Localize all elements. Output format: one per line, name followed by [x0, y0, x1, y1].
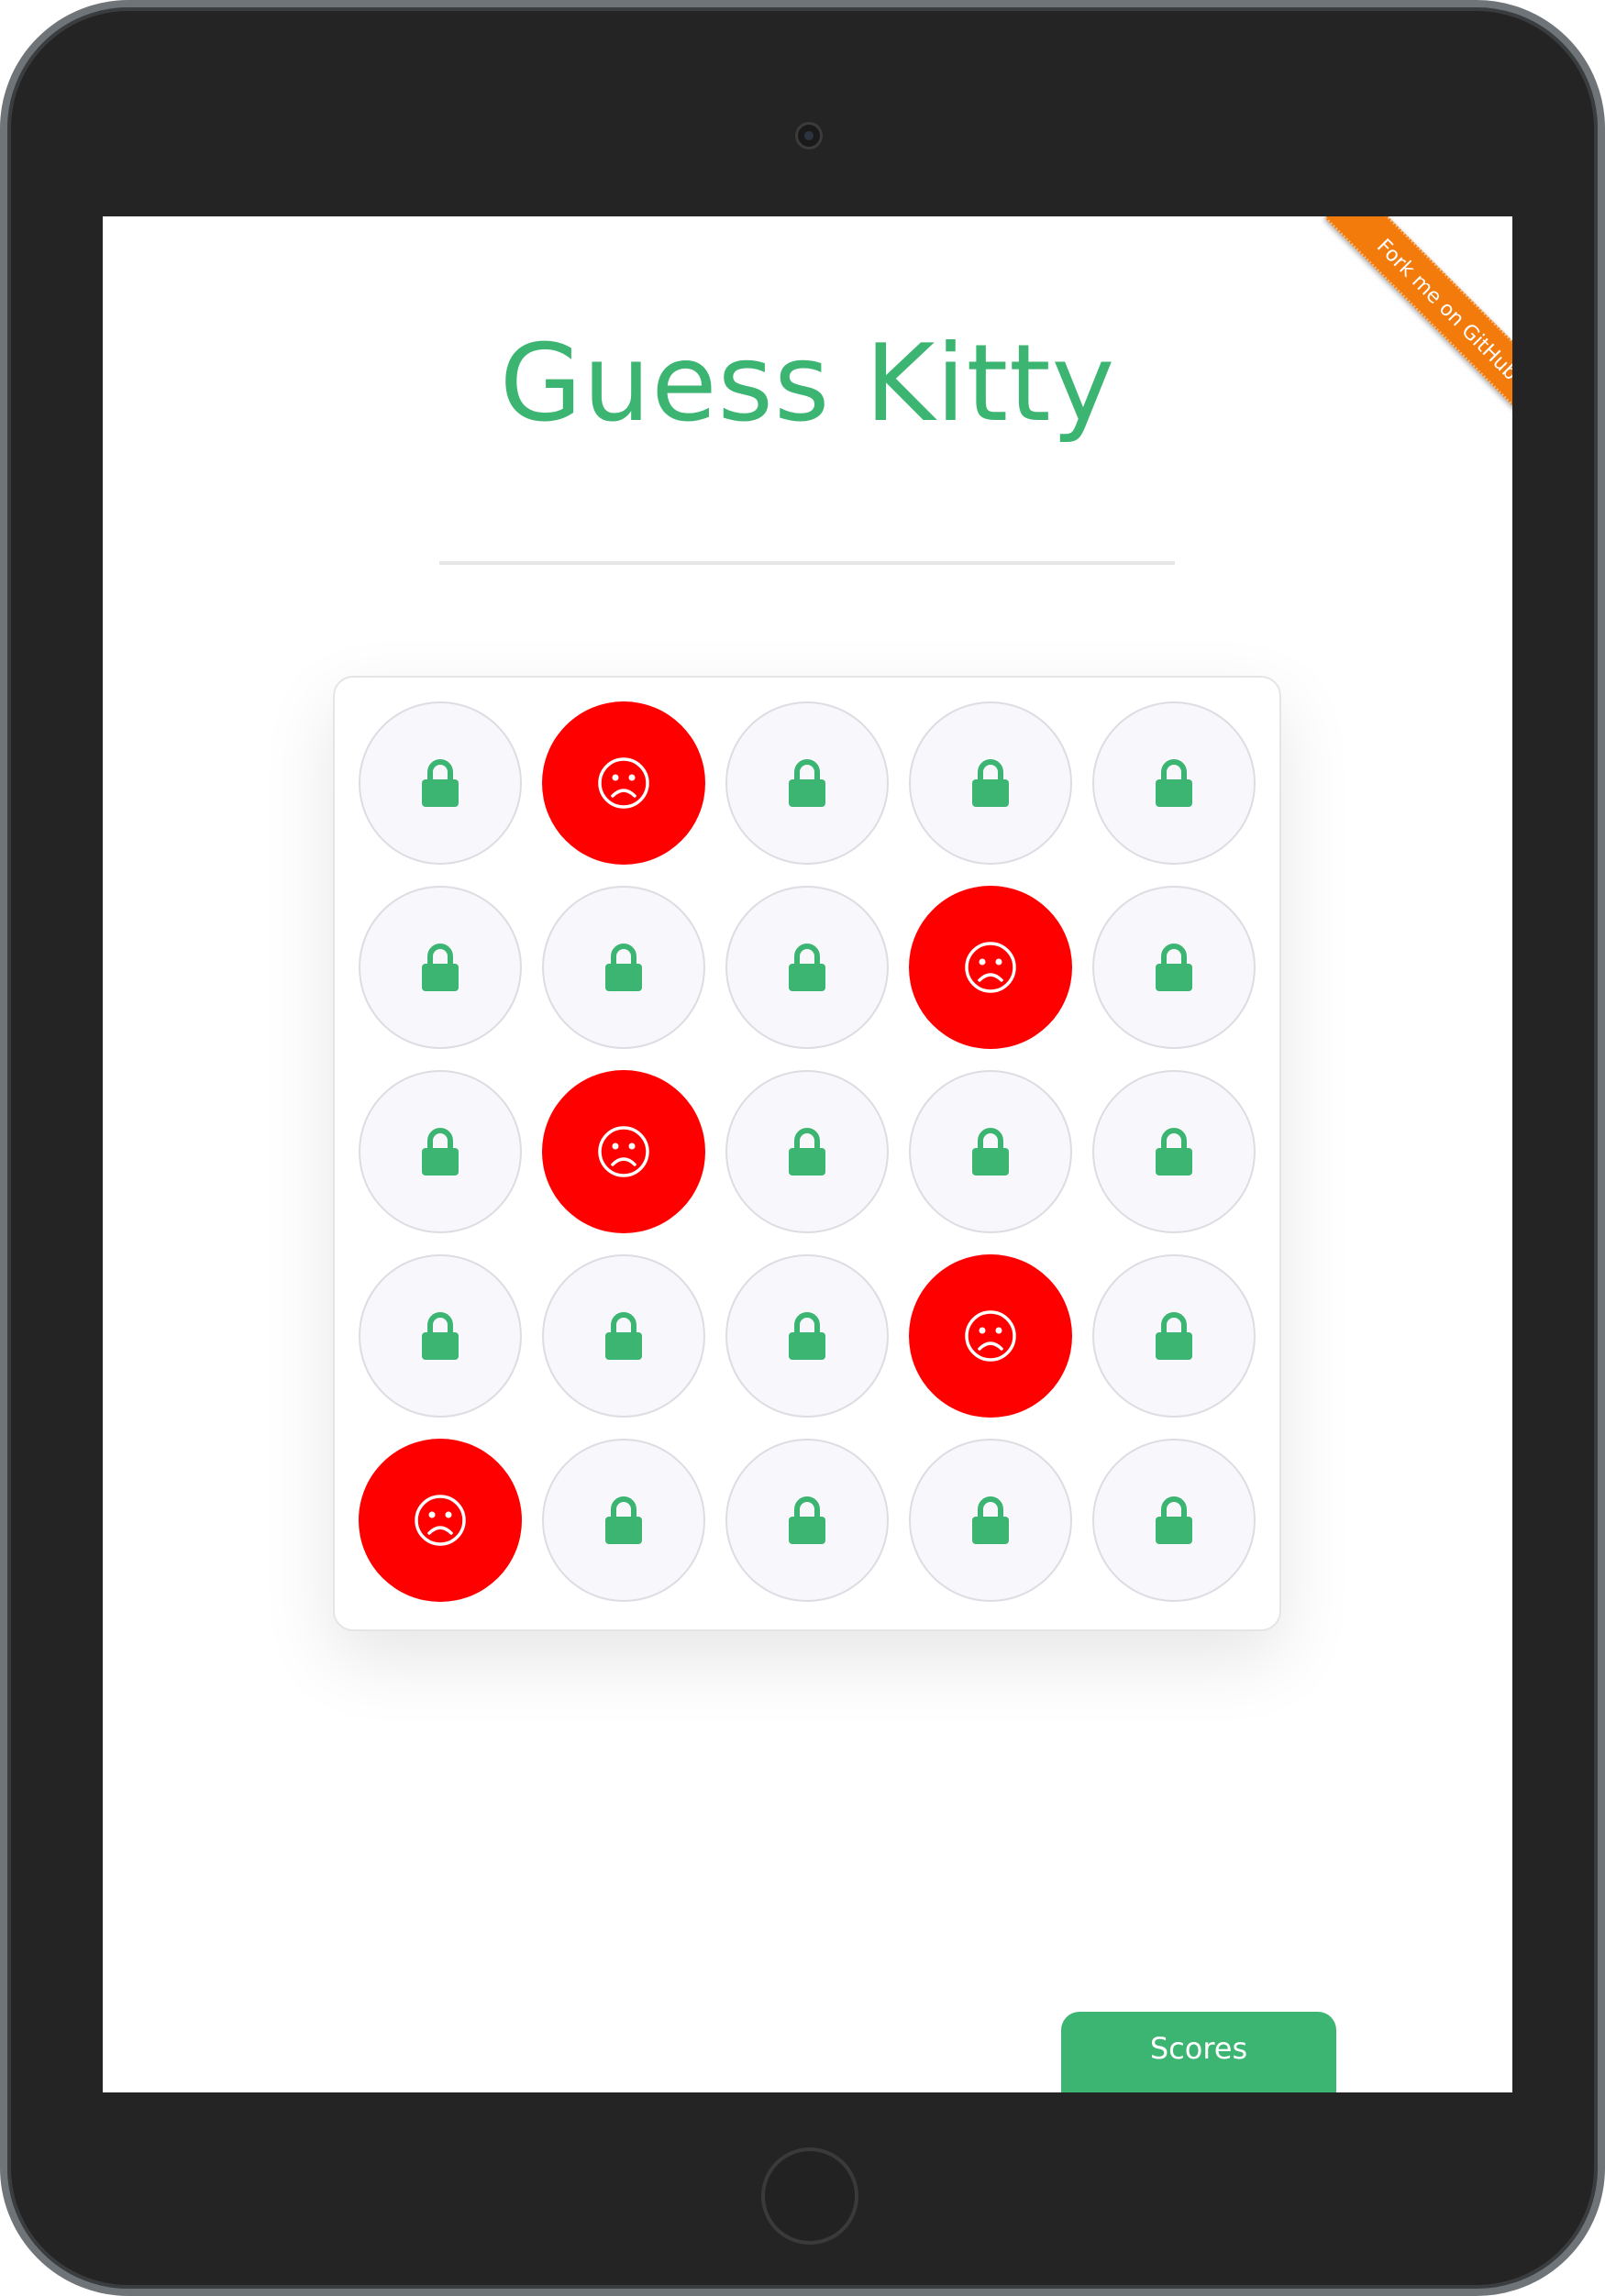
- board-cell[interactable]: [1092, 1439, 1256, 1602]
- camera-icon: [795, 122, 823, 149]
- lock-icon: [787, 1128, 827, 1176]
- board-cell[interactable]: [909, 886, 1072, 1049]
- app-screen: Guess Kitty Fork me on GitHub Scores: [103, 216, 1512, 2092]
- board-cell[interactable]: [909, 1070, 1072, 1233]
- board-cell[interactable]: [1092, 1070, 1256, 1233]
- lock-icon: [1154, 944, 1194, 991]
- sad-face-icon: [964, 1309, 1017, 1363]
- board-cell[interactable]: [725, 1254, 889, 1418]
- lock-icon: [1154, 1128, 1194, 1176]
- board-cell[interactable]: [725, 1439, 889, 1602]
- tablet-frame: Guess Kitty Fork me on GitHub Scores: [0, 0, 1605, 2296]
- title-divider: [439, 561, 1175, 565]
- lock-icon: [1154, 1312, 1194, 1360]
- lock-icon: [787, 1496, 827, 1544]
- lock-icon: [420, 944, 460, 991]
- board-cell[interactable]: [725, 1070, 889, 1233]
- board-cell[interactable]: [359, 1439, 522, 1602]
- sad-face-icon: [964, 941, 1017, 994]
- board-cell[interactable]: [359, 1254, 522, 1418]
- board-cell[interactable]: [725, 701, 889, 865]
- sad-face-icon: [414, 1494, 467, 1547]
- board-cell[interactable]: [359, 701, 522, 865]
- fork-me-ribbon-link[interactable]: Fork me on GitHub: [1324, 216, 1512, 433]
- lock-icon: [1154, 759, 1194, 807]
- game-board: [333, 676, 1281, 1631]
- board-cell[interactable]: [725, 886, 889, 1049]
- lock-icon: [603, 1312, 644, 1360]
- github-ribbon-container: Fork me on GitHub: [1256, 216, 1512, 473]
- board-cell[interactable]: [909, 1254, 1072, 1418]
- lock-icon: [970, 1496, 1011, 1544]
- board-cell[interactable]: [542, 701, 705, 865]
- lock-icon: [420, 1128, 460, 1176]
- lock-icon: [603, 1496, 644, 1544]
- sad-face-icon: [597, 1125, 650, 1178]
- lock-icon: [787, 759, 827, 807]
- board-cell[interactable]: [542, 1439, 705, 1602]
- board-cell[interactable]: [542, 1254, 705, 1418]
- board-cell[interactable]: [542, 1070, 705, 1233]
- board-cell[interactable]: [1092, 1254, 1256, 1418]
- sad-face-icon: [597, 756, 650, 810]
- board-cell[interactable]: [359, 1070, 522, 1233]
- board-cell[interactable]: [359, 886, 522, 1049]
- lock-icon: [787, 944, 827, 991]
- lock-icon: [420, 759, 460, 807]
- lock-icon: [787, 1312, 827, 1360]
- lock-icon: [603, 944, 644, 991]
- home-button[interactable]: [761, 2147, 858, 2245]
- board-cell[interactable]: [1092, 701, 1256, 865]
- board-cell[interactable]: [909, 1439, 1072, 1602]
- lock-icon: [970, 759, 1011, 807]
- scores-button[interactable]: Scores: [1061, 2012, 1336, 2092]
- lock-icon: [1154, 1496, 1194, 1544]
- lock-icon: [420, 1312, 460, 1360]
- board-cell[interactable]: [1092, 886, 1256, 1049]
- board-cell[interactable]: [542, 886, 705, 1049]
- board-cell[interactable]: [909, 701, 1072, 865]
- lock-icon: [970, 1128, 1011, 1176]
